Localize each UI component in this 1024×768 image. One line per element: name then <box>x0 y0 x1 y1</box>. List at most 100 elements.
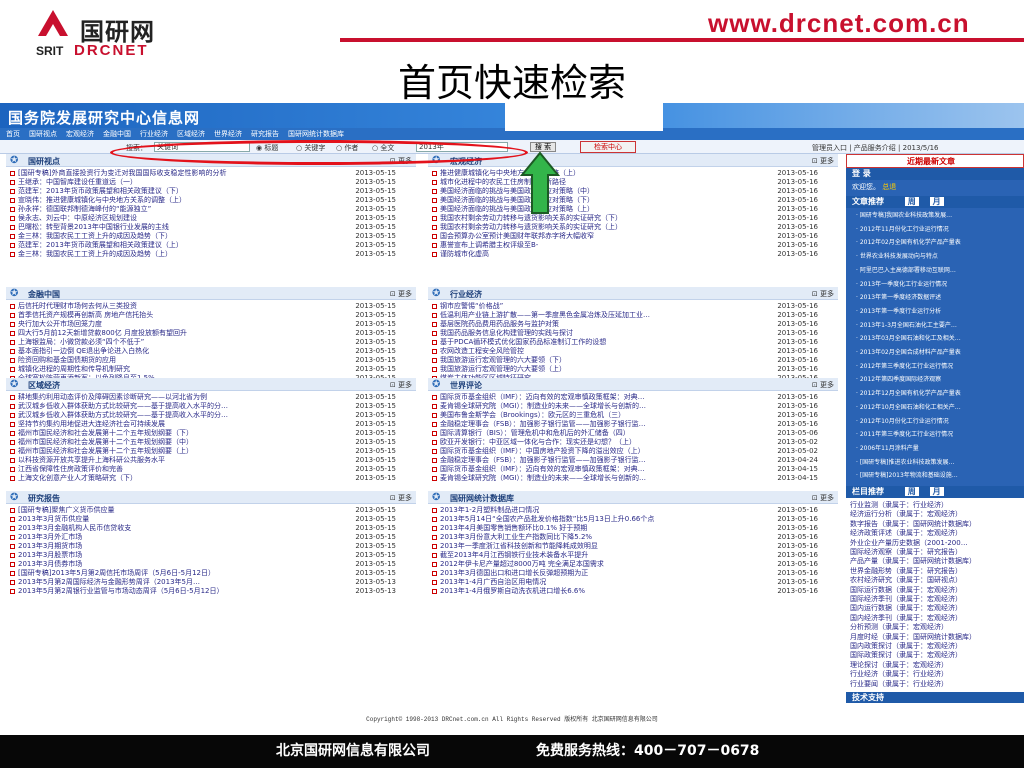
list-item[interactable]: 我国药品服务信息化构建管理的实践与探讨 2013-05-16 <box>428 329 838 338</box>
article-title[interactable]: 范建军：2013年货币政策展望和相关政策建议（上） <box>18 241 348 250</box>
list-item[interactable]: 美国经济面临的挑战与美国政府的应对策略（下） 2013-05-16 <box>428 196 838 205</box>
list-item[interactable]: 2013年1-4月广西自治区用电情况 2013-05-16 <box>428 578 838 587</box>
article-title[interactable]: 福州市国民经济和社会发展第十二个五年规划纲要（上） <box>18 447 348 456</box>
article-title[interactable]: 国会预算办公室预计美国财年联邦赤字将大幅收窄 <box>440 232 770 241</box>
article-title[interactable]: 麦肯锡全球研究院（MGI）：制造业的未来——全球增长与创新的… <box>440 402 770 411</box>
article-title[interactable]: 2013年4月美国零售销售额环比0.1% 好于预期 <box>440 524 770 533</box>
list-item[interactable]: 孙永祥：德国联邦制德海峰付的“能源独立” 2013-05-15 <box>6 205 416 214</box>
list-item[interactable]: 福州市国民经济和社会发展第十二个五年规划纲要（上） 2013-05-15 <box>6 447 416 456</box>
list-item[interactable]: 低温利用产业链上游扩散——第一季度黑色金属冶炼及压延加工业… 2013-05-16 <box>428 311 838 320</box>
article-title[interactable]: 2013年3月债券市场 <box>18 560 348 569</box>
article-title[interactable]: 金融稳定理事会（FSB）：加强影子银行监管——加强影子银行监… <box>440 420 770 429</box>
article-title[interactable]: 后信托时代理财市场何去何从三类投资 <box>18 302 348 311</box>
more-link[interactable]: ⊡ 更多 <box>390 380 412 390</box>
recommend-item[interactable]: · 2011年第三季度化工行业运行情况 <box>856 429 1016 438</box>
recommend-item[interactable]: · [国研专稿]2013年物流和基础设施… <box>856 470 1016 479</box>
nav-stats-db[interactable]: 国研网统计数据库 <box>288 129 344 139</box>
list-item[interactable]: 2012年伊卡尼产量超过8000万吨 完全满足本国需求 2013-05-16 <box>428 560 838 569</box>
article-title[interactable]: 宣晓伟：推进健康城镇化与中央地方关系的调整（上） <box>18 196 348 205</box>
article-title[interactable]: 以科技资源开放共享提升上海科研公共服务水平 <box>18 456 348 465</box>
recommend-item[interactable]: · 2012年11月份化工行业运行情况 <box>856 224 1016 233</box>
tab-month-2[interactable]: 月 <box>929 487 944 496</box>
list-item[interactable]: 基于PDCA循环模式优化国家药品标准制订工作的设想 2013-05-16 <box>428 338 838 347</box>
list-item[interactable]: 金融稳定理事会（FSB）：加强影子银行监管——加强影子银行监… 2013-04-2… <box>428 456 838 465</box>
list-item[interactable]: 巴曙松：转型背景2013年中国银行业发展的主线 2013-05-15 <box>6 223 416 232</box>
list-item[interactable]: 宣晓伟：推进健康城镇化与中央地方关系的调整（上） 2013-05-15 <box>6 196 416 205</box>
list-item[interactable]: 钢市应警惕“价格战” 2013-05-16 <box>428 302 838 311</box>
recommend-item[interactable]: · 2012年10月份化工行业运行情况 <box>856 416 1016 425</box>
list-item[interactable]: 2013年3月债券市场 2013-05-15 <box>6 560 416 569</box>
list-item[interactable]: 国际货币基金组织（IMF）：迈向有效的宏观审慎政策框架：对典… 2013-05-1… <box>428 393 838 402</box>
list-item[interactable]: 2013年3月外汇市场 2013-05-15 <box>6 533 416 542</box>
list-item[interactable]: 我国旅游运行宏观管理的六大要领（上） 2013-05-16 <box>428 365 838 374</box>
article-title[interactable]: 截至2013年4月江西钢铁行业技术装备水平提升 <box>440 551 770 560</box>
article-title[interactable]: 我国农村剩余劳动力转移与遗货影响关系的实证研究（上） <box>440 223 770 232</box>
list-item[interactable]: 险资回购和基金国债期货的应用 2013-05-15 <box>6 356 416 365</box>
article-title[interactable]: 美国布鲁金斯学会（Brookings）：欧元区的三重危机（三） <box>440 411 770 420</box>
article-title[interactable]: 2013年3月股票市场 <box>18 551 348 560</box>
advanced-search-button[interactable]: 检索中心 <box>580 141 636 153</box>
recommend-item[interactable]: · 2013年第一季度行业运行分析 <box>856 306 1016 315</box>
article-title[interactable]: 2013年3月期货市场 <box>18 542 348 551</box>
article-title[interactable]: 江西省保障性住房政策评价和完善 <box>18 465 348 474</box>
list-item[interactable]: 我国农村剩余劳动力转移与遗货影响关系的实证研究（上） 2013-05-16 <box>428 223 838 232</box>
list-item[interactable]: 我国旅游运行宏观管理的六大要领（下） 2013-05-16 <box>428 356 838 365</box>
recommend-item[interactable]: · 2013年03月全国石油和化工及相关… <box>856 333 1016 342</box>
recommend-item[interactable]: · 2012年第三季度化工行业运行情况 <box>856 361 1016 370</box>
list-item[interactable]: 后信托时代理财市场何去何从三类投资 2013-05-15 <box>6 302 416 311</box>
article-title[interactable]: 钢市应警惕“价格战” <box>440 302 770 311</box>
recommend-item[interactable]: · 2012年02月全国有机化学产品产量表 <box>856 237 1016 246</box>
list-item[interactable]: 侯永志、刘云中：中原经济区规划建设 2013-05-15 <box>6 214 416 223</box>
recommend-item[interactable]: · 2012年第四季度国际经济观察 <box>856 374 1016 383</box>
article-title[interactable]: 孙永祥：德国联邦制德海峰付的“能源独立” <box>18 205 348 214</box>
list-item[interactable]: 国际货币基金组织（IMF）：中国房地产投资下降的溢出效应（上） 2013-05-0… <box>428 447 838 456</box>
article-title[interactable]: 武汉城乡低收入群体获助方式比较研究——基于提高收入水平的分… <box>18 411 348 420</box>
article-title[interactable]: 国际货币基金组织（IMF）：迈向有效的宏观审慎政策框架：对典… <box>440 465 770 474</box>
list-item[interactable]: 2013年1-2月塑料制品进口情况 2013-05-16 <box>428 506 838 515</box>
list-item[interactable]: 2013年1-4月俄罗斯自动洗衣机进口增长6.6% 2013-05-16 <box>428 587 838 596</box>
article-title[interactable]: 2013年3月份意大利工业生产指数同比下降5.2% <box>440 533 770 542</box>
list-item[interactable]: 上海银监局：小微贷款必须“四个不低于” 2013-05-15 <box>6 338 416 347</box>
article-title[interactable]: 国际货币基金组织（IMF）：中国房地产投资下降的溢出效应（上） <box>440 447 770 456</box>
list-item[interactable]: [国研专稿]聚焦广义货币供应量 2013-05-15 <box>6 506 416 515</box>
article-title[interactable]: 巴曙松：转型背景2013年中国银行业发展的主线 <box>18 223 348 232</box>
list-item[interactable]: 欧亚开发银行：中亚区域一体化与合作：现实还是幻想？（上） 2013-05-02 <box>428 438 838 447</box>
nav-regional[interactable]: 区域经济 <box>177 129 205 139</box>
list-item[interactable]: 我国农村剩余劳动力转移与遗货影响关系的实证研究（下） 2013-05-16 <box>428 214 838 223</box>
nav-reports[interactable]: 研究报告 <box>251 129 279 139</box>
list-item[interactable]: 美国布鲁金斯学会（Brookings）：欧元区的三重危机（三） 2013-05-1… <box>428 411 838 420</box>
article-title[interactable]: 城市化进程中的农民工住房制度革新路径 <box>440 178 770 187</box>
article-title[interactable]: 2013年1-4月俄罗斯自动洗衣机进口增长6.6% <box>440 587 770 596</box>
article-title[interactable]: 美国经济面临的挑战与美国政府的应对策略（中） <box>440 187 770 196</box>
list-item[interactable]: 四大行5月前12天新增贷款800亿 月度投放额有望回升 2013-05-15 <box>6 329 416 338</box>
article-title[interactable]: 我国药品服务信息化构建管理的实践与探讨 <box>440 329 770 338</box>
article-title[interactable]: 2013年一季度浙江省科技创新和节能降耗成效明显 <box>440 542 770 551</box>
article-title[interactable]: 美国经济面临的挑战与美国政府的应对策略（上） <box>440 205 770 214</box>
more-link[interactable]: ⊡ 更多 <box>812 289 834 299</box>
article-title[interactable]: 基层医院药品费用药品服务与监护对策 <box>440 320 770 329</box>
list-item[interactable]: 金融稳定理事会（FSB）：加强影子银行监管——加强影子银行监… 2013-05-1… <box>428 420 838 429</box>
list-item[interactable]: 福州市国民经济和社会发展第十二个五年规划纲要（中） 2013-05-15 <box>6 438 416 447</box>
list-item[interactable]: 麦肯锡全球研究院（MGI）：制造业的未来——全球增长与创新的… 2013-04-1… <box>428 474 838 483</box>
list-item[interactable]: 央行加大公开市场回笼力度 2013-05-15 <box>6 320 416 329</box>
article-title[interactable]: 2013年1-2月塑料制品进口情况 <box>440 506 770 515</box>
article-title[interactable]: 国际清算银行（BIS）：管理危机中和危机后的外汇储备（四） <box>440 429 770 438</box>
article-title[interactable]: 谨防城市化虚高 <box>440 250 770 259</box>
list-item[interactable]: 基层医院药品费用药品服务与监护对策 2013-05-16 <box>428 320 838 329</box>
nav-home[interactable]: 首页 <box>6 129 20 139</box>
article-title[interactable]: 惠誉宣布上调希腊主权评级至B- <box>440 241 770 250</box>
list-item[interactable]: 美国经济面临的挑战与美国政府的应对策略（上） 2013-05-16 <box>428 205 838 214</box>
more-link[interactable]: ⊡ 更多 <box>390 493 412 503</box>
nav-viewpoint[interactable]: 国研视点 <box>29 129 57 139</box>
nav-industry[interactable]: 行业经济 <box>140 129 168 139</box>
list-item[interactable]: 2013年5月第2周银行业监管与市场动态周评（5月6日-5月12日） 2013-0… <box>6 587 416 596</box>
top-right-links[interactable]: 管理员入口 | 产品服务介绍 | 2013/5/16 <box>812 143 939 153</box>
recommend-item[interactable]: · [国研专稿]推进农业科技政策发展… <box>856 457 1016 466</box>
article-title[interactable]: 低温利用产业链上游扩散——第一季度黑色金属冶炼及压延加工业… <box>440 311 770 320</box>
article-title[interactable]: 国际货币基金组织（IMF）：迈向有效的宏观审慎政策框架：对典… <box>440 393 770 402</box>
article-title[interactable]: 美国经济面临的挑战与美国政府的应对策略（下） <box>440 196 770 205</box>
recommend-item[interactable]: · 2013年第一季度经济数据评述 <box>856 292 1016 301</box>
list-item[interactable]: 武汉城乡低收入群体获助方式比较研究——基于提高收入水平的分… 2013-05-15 <box>6 402 416 411</box>
list-item[interactable]: 首季信托资产规模再创新高 房地产信托抬头 2013-05-15 <box>6 311 416 320</box>
article-title[interactable]: 我国农村剩余劳动力转移与遗货影响关系的实证研究（下） <box>440 214 770 223</box>
